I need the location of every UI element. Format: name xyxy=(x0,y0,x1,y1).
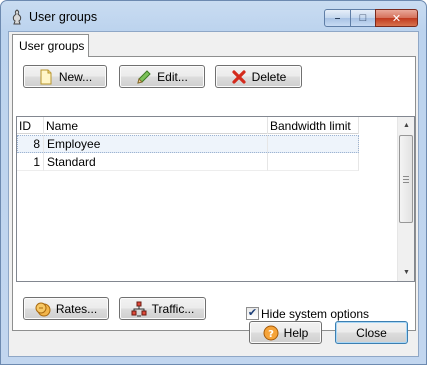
cell-name: Employee xyxy=(44,135,268,153)
cell-bandwidth xyxy=(268,135,359,153)
help-button-label: Help xyxy=(283,325,309,340)
close-button[interactable]: Close xyxy=(335,321,408,344)
scroll-down-icon[interactable]: ▼ xyxy=(398,264,414,281)
pencil-icon xyxy=(137,69,151,84)
user-groups-window: User groups – □ ✕ User groups New... Edi… xyxy=(0,0,427,365)
network-icon xyxy=(131,301,147,316)
hide-system-options-checkbox[interactable]: ✔ xyxy=(246,307,259,320)
cell-id: 1 xyxy=(17,153,44,171)
vertical-scrollbar[interactable]: ▲ ▼ xyxy=(397,117,414,281)
hide-system-options-label[interactable]: Hide system options xyxy=(261,307,369,321)
maximize-button[interactable]: □ xyxy=(350,9,376,27)
traffic-button[interactable]: Traffic... xyxy=(119,297,206,320)
checkmark-icon: ✔ xyxy=(247,307,258,319)
delete-button-label: Delete xyxy=(251,69,287,84)
cell-name: Standard xyxy=(44,153,268,171)
red-x-icon xyxy=(232,69,246,84)
maximize-icon: □ xyxy=(359,12,367,24)
traffic-button-label: Traffic... xyxy=(151,301,195,316)
delete-button[interactable]: Delete xyxy=(215,65,302,88)
new-button-label: New... xyxy=(58,69,93,84)
user-groups-table[interactable]: ID Name Bandwidth limit 8 Employee 1 Sta… xyxy=(16,116,415,282)
new-document-icon xyxy=(40,69,52,84)
edit-button-label: Edit... xyxy=(157,69,188,84)
table-row[interactable]: 1 Standard xyxy=(17,153,359,171)
column-header-name[interactable]: Name xyxy=(44,117,268,134)
window-title: User groups xyxy=(29,10,98,24)
table-row[interactable]: 8 Employee xyxy=(17,135,359,153)
scroll-thumb[interactable] xyxy=(399,135,413,223)
help-button[interactable]: ? Help xyxy=(249,321,322,344)
question-icon: ? xyxy=(263,325,279,340)
minimize-button[interactable]: – xyxy=(324,9,351,27)
user-groups-icon xyxy=(12,9,22,25)
minimize-icon: – xyxy=(334,12,341,24)
new-button[interactable]: New... xyxy=(23,65,107,88)
close-window-button[interactable]: ✕ xyxy=(375,9,418,27)
title-bar[interactable]: User groups – □ ✕ xyxy=(1,1,426,31)
rates-button-label: Rates... xyxy=(55,301,98,316)
tab-panel: New... Edit... Delete ID Name Bandwidth … xyxy=(12,56,416,331)
grip-icon xyxy=(403,175,409,183)
rates-button[interactable]: Rates... xyxy=(23,297,109,320)
edit-button[interactable]: Edit... xyxy=(119,65,205,88)
coins-icon xyxy=(35,302,51,316)
close-icon: ✕ xyxy=(391,12,402,25)
scroll-up-icon[interactable]: ▲ xyxy=(398,117,414,134)
close-button-label: Close xyxy=(356,325,387,340)
cell-bandwidth xyxy=(268,153,359,171)
column-header-bandwidth[interactable]: Bandwidth limit xyxy=(268,117,359,134)
cell-id: 8 xyxy=(17,135,44,153)
svg-text:?: ? xyxy=(268,329,274,340)
dialog-client-area: User groups New... Edit... Delete ID Nam… xyxy=(8,31,419,357)
column-header-id[interactable]: ID xyxy=(17,117,44,134)
table-header: ID Name Bandwidth limit xyxy=(17,117,359,134)
tab-label: User groups xyxy=(19,39,85,53)
tab-user-groups[interactable]: User groups xyxy=(12,34,89,57)
